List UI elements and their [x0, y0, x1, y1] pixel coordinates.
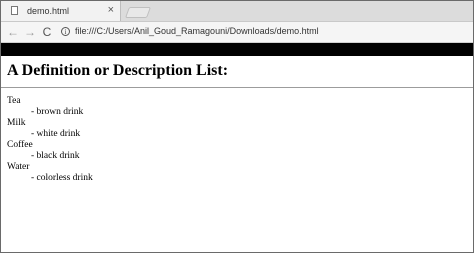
- tab-close-icon[interactable]: ×: [108, 4, 114, 16]
- horizontal-rule: [1, 87, 473, 88]
- definition-description: - colorless drink: [31, 173, 93, 183]
- definition-term: Coffee: [7, 140, 33, 150]
- black-banner: [1, 43, 473, 56]
- page-content: A Definition or Description List: Tea - …: [1, 56, 473, 184]
- definition-description: - brown drink: [31, 107, 84, 117]
- definition-list: Tea - brown drink Milk - white drink Cof…: [7, 96, 467, 184]
- forward-arrow-icon[interactable]: →: [23, 24, 37, 40]
- definition-description: - white drink: [31, 129, 81, 139]
- address-bar[interactable]: file:///C:/Users/Anil_Goud_Ramagouni/Dow…: [75, 26, 319, 37]
- definition-term: Water: [7, 162, 30, 172]
- page-info-icon[interactable]: i: [61, 27, 70, 36]
- tab-title: demo.html: [27, 6, 70, 16]
- browser-toolbar: ← → C i file:///C:/Users/Anil_Goud_Ramag…: [1, 22, 473, 43]
- definition-description: - black drink: [31, 151, 80, 161]
- tab-strip: demo.html ×: [1, 1, 473, 22]
- reload-icon[interactable]: C: [40, 24, 54, 40]
- tab-demo-html[interactable]: demo.html ×: [1, 1, 121, 21]
- definition-term: Tea: [7, 96, 21, 106]
- page-heading: A Definition or Description List:: [7, 62, 229, 79]
- definition-term: Milk: [7, 118, 26, 128]
- browser-window: demo.html × ← → C i file:///C:/Users/Ani…: [0, 0, 474, 253]
- document-icon: [11, 6, 18, 15]
- new-tab-button[interactable]: [124, 7, 152, 18]
- back-arrow-icon[interactable]: ←: [6, 24, 20, 40]
